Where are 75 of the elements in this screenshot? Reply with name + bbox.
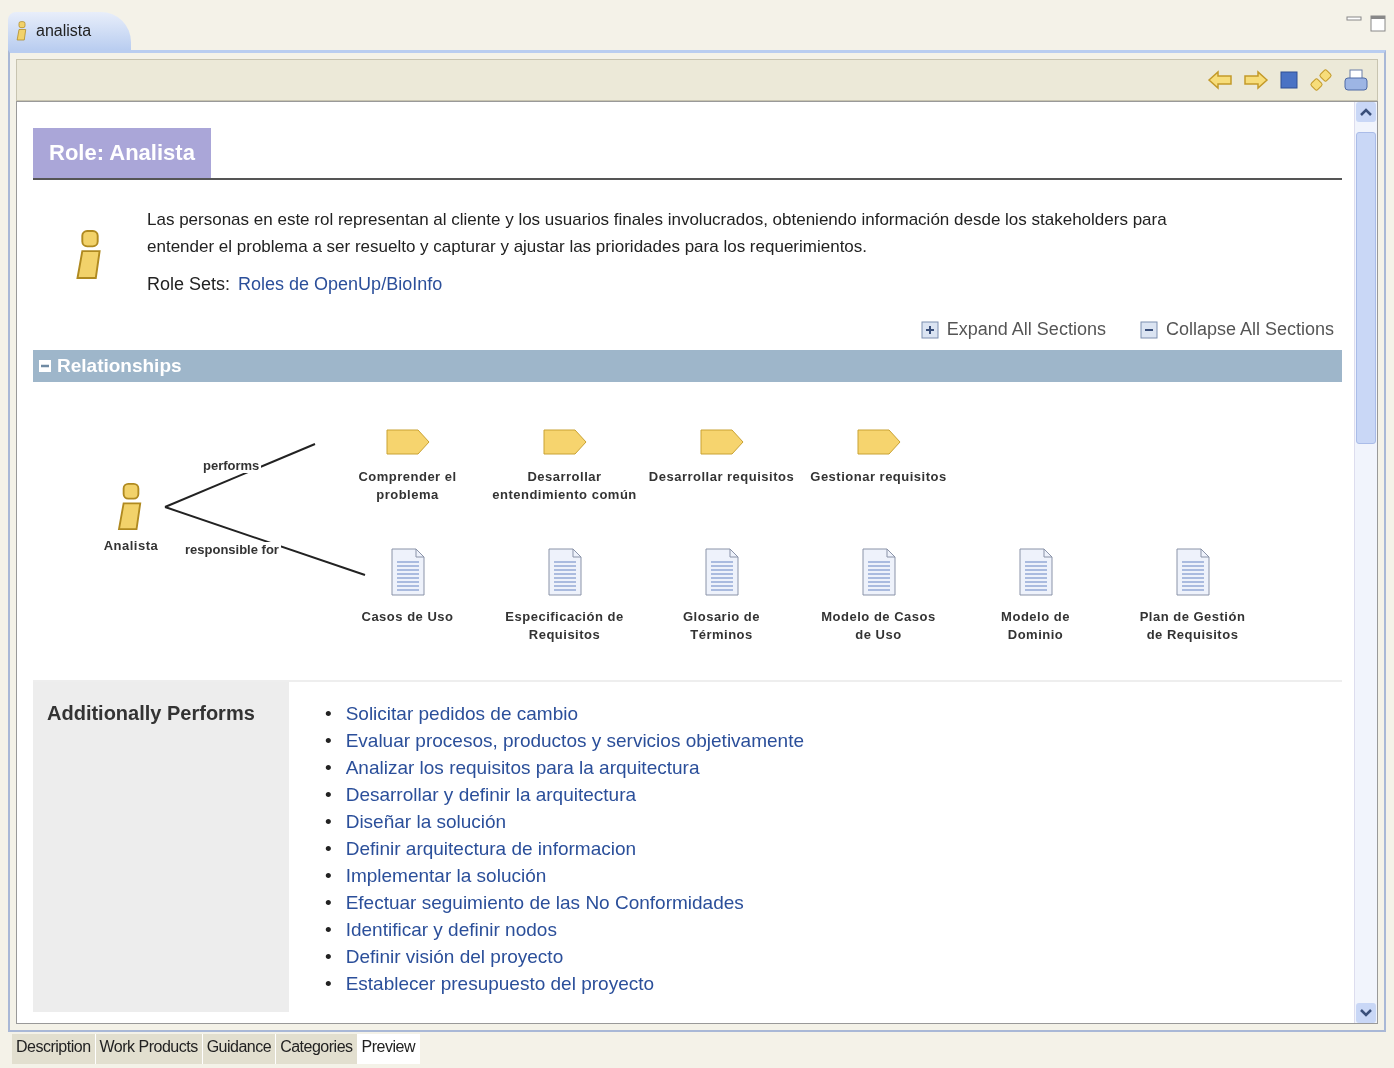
bullet: • xyxy=(325,972,332,996)
person-icon xyxy=(16,21,28,41)
role-label: Analista xyxy=(103,537,159,555)
minus-box-icon xyxy=(1139,320,1158,339)
bullet: • xyxy=(325,891,332,915)
task-link[interactable]: Analizar los requisitos para la arquitectura xyxy=(345,754,700,781)
chain-icon[interactable] xyxy=(1309,68,1333,92)
task-icon xyxy=(542,428,587,456)
page-tab[interactable]: Categories xyxy=(276,1034,358,1064)
bullet: • xyxy=(325,945,332,969)
forward-arrow-icon[interactable] xyxy=(1243,69,1269,91)
back-arrow-icon[interactable] xyxy=(1207,69,1233,91)
bullet: • xyxy=(325,810,332,834)
chevron-down-icon xyxy=(1360,1009,1372,1017)
page-tab[interactable]: Guidance xyxy=(202,1034,277,1064)
edge-label: performs xyxy=(201,458,262,473)
work-product-label[interactable]: Casos de Uso xyxy=(361,608,454,626)
expand-all-link[interactable]: Expand All Sections xyxy=(920,319,1106,340)
collapse-all-link[interactable]: Collapse All Sections xyxy=(1139,319,1334,340)
task-label[interactable]: Gestionar requisitos xyxy=(810,468,947,486)
task-label[interactable]: Desarrollar requisitos xyxy=(648,468,795,486)
document-icon xyxy=(390,548,425,596)
role-description: Las personas en este rol representan al cliente y los usuarios finales involucrados, obteniendo información desde los stakeholders para entender el problema a ser resuelto y capturar y ajustar las prioridades para los requerimientos. xyxy=(147,209,1168,258)
task-link[interactable]: Solicitar pedidos de cambio xyxy=(345,700,578,727)
scroll-up-button[interactable] xyxy=(1356,102,1376,122)
role-sets-link[interactable]: Roles de OpenUp/BioInfo xyxy=(238,274,443,295)
bullet: • xyxy=(325,864,332,888)
task-link[interactable]: Diseñar la solución xyxy=(345,808,507,835)
chevron-up-icon xyxy=(1360,108,1372,116)
maximize-icon[interactable] xyxy=(1370,14,1386,32)
bullet: • xyxy=(325,756,332,780)
minimize-icon[interactable] xyxy=(1346,14,1362,24)
bullet: • xyxy=(325,729,332,753)
document-icon xyxy=(861,548,896,596)
task-link[interactable]: Establecer presupuesto del proyecto xyxy=(345,970,655,997)
task-link[interactable]: Efectuar seguimiento de las No Conformidades xyxy=(345,889,744,916)
editor-tab[interactable]: analista xyxy=(8,12,132,50)
task-icon xyxy=(699,428,744,456)
work-product-label[interactable]: Glosario de Términos xyxy=(661,608,782,644)
task-link[interactable]: Implementar la solución xyxy=(345,862,547,889)
section-title: Additionally Performs xyxy=(47,702,255,724)
work-product-label[interactable]: Modelo de Dominio xyxy=(975,608,1096,644)
role-sets-label: Role Sets: xyxy=(147,274,231,295)
bullet: • xyxy=(325,837,332,861)
document-icon xyxy=(1175,548,1210,596)
task-link[interactable]: Identificar y definir nodos xyxy=(345,916,557,943)
work-product-label[interactable]: Modelo de Casos de Uso xyxy=(818,608,939,644)
task-icon xyxy=(385,428,430,456)
bullet: • xyxy=(325,783,332,807)
task-link[interactable]: Desarrollar y definir la arquitectura xyxy=(345,781,637,808)
work-product-label[interactable]: Especificación de Requisitos xyxy=(504,608,625,644)
document-icon xyxy=(704,548,739,596)
minus-icon[interactable] xyxy=(39,360,51,372)
bullet: • xyxy=(325,702,332,726)
page-tab[interactable]: Work Products xyxy=(95,1034,203,1064)
work-product-label[interactable]: Plan de Gestión de Requisitos xyxy=(1132,608,1253,644)
section-title: Relationships xyxy=(57,355,182,377)
page-title: Role: Analista xyxy=(33,128,211,178)
task-link[interactable]: Definir arquitectura de informacion xyxy=(345,835,637,862)
square-icon[interactable] xyxy=(1279,70,1299,90)
task-label[interactable]: Comprender el problema xyxy=(332,468,483,504)
scroll-down-button[interactable] xyxy=(1356,1003,1376,1023)
plus-box-icon xyxy=(920,320,939,339)
page-tab[interactable]: Description xyxy=(12,1034,96,1064)
document-icon xyxy=(547,548,582,596)
task-link[interactable]: Evaluar procesos, productos y servicios objetivamente xyxy=(345,727,804,754)
task-label[interactable]: Desarrollar entendimiento común xyxy=(489,468,640,504)
document-icon xyxy=(1018,548,1053,596)
scroll-thumb[interactable] xyxy=(1356,132,1376,444)
bullet: • xyxy=(325,918,332,942)
task-icon xyxy=(856,428,901,456)
task-link[interactable]: Definir visión del proyecto xyxy=(345,943,564,970)
printer-icon[interactable] xyxy=(1343,68,1369,92)
page-tab[interactable]: Preview xyxy=(357,1034,420,1064)
edge-label: responsible for xyxy=(183,542,281,557)
